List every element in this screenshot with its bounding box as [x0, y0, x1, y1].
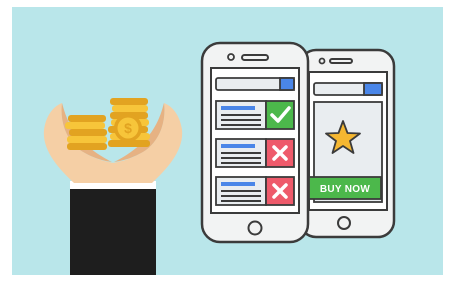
left-sleeve: [70, 185, 114, 275]
address-go-button: [279, 77, 295, 91]
svg-text:$: $: [124, 120, 132, 136]
list-item: [215, 176, 295, 206]
coin-stack-left: [65, 115, 107, 150]
list-item: [215, 138, 295, 168]
address-go-button: [363, 82, 383, 96]
check-badge: [265, 100, 295, 130]
list-item: [215, 100, 295, 130]
buy-now-label: BUY NOW: [320, 184, 371, 195]
phone-ad-list: [200, 41, 310, 244]
right-sleeve: [112, 185, 156, 275]
phone-ad-buy: BUY NOW: [298, 48, 396, 239]
mobile-ads-illustration: $ BUY NOW: [12, 7, 443, 275]
dollar-coin-icon: $: [114, 114, 142, 142]
